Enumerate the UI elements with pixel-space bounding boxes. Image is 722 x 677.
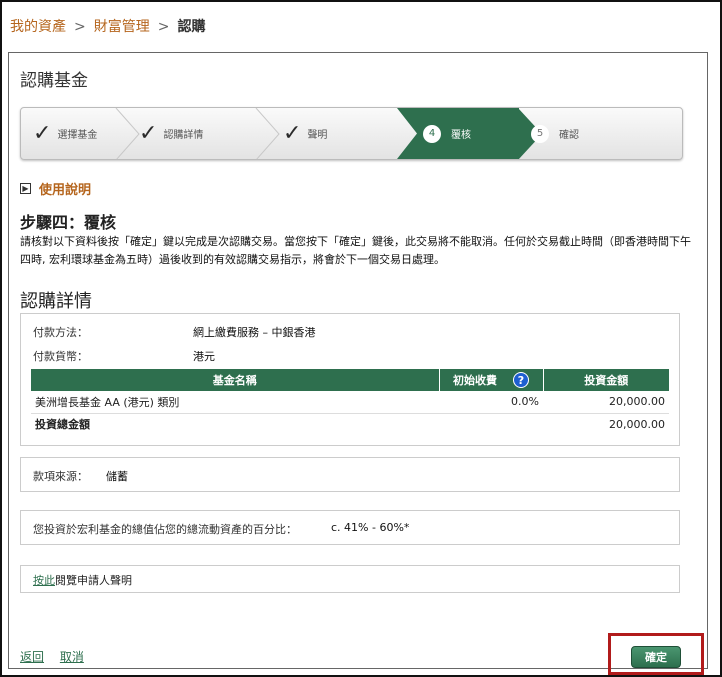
ratio-value: c. 41% - 60%* <box>331 521 410 534</box>
fee-cell: 0.0% <box>439 391 543 414</box>
help-icon[interactable]: ? <box>513 372 529 388</box>
cancel-link[interactable]: 取消 <box>60 650 84 664</box>
confirm-highlight: 確定 <box>608 633 704 675</box>
detail-title: 認購詳情 <box>20 291 92 312</box>
total-empty-cell <box>439 413 543 435</box>
header-initial-fee: 初始收費? <box>439 369 544 391</box>
header-fund-name: 基金名稱 <box>31 369 440 391</box>
currency-label: 付款貨幣： <box>33 350 88 363</box>
progress-stepper: ✓ 選擇基金 ✓ 認購詳情 ✓ 聲明 4 覆核 5 確認 <box>20 107 683 160</box>
total-amount: 20,000.00 <box>609 417 665 431</box>
back-link[interactable]: 返回 <box>20 650 44 664</box>
breadcrumb: 我的資產 > 財富管理 > 認購 <box>10 16 205 36</box>
fund-table: 基金名稱 初始收費? 投資金額 美洲增長基金 AA (港元) 類別 0.0% 2… <box>31 369 669 435</box>
source-panel: 款項來源： 儲蓄 <box>20 457 680 492</box>
footer-links: 返回 取消 <box>20 648 96 665</box>
confirm-button[interactable]: 確定 <box>631 646 681 668</box>
total-row: 投資總金額 20,000.00 <box>31 413 669 435</box>
breadcrumb-wealth-management[interactable]: 財富管理 <box>94 19 150 35</box>
header-amount: 投資金額 <box>543 369 669 391</box>
total-label: 投資總金額 <box>35 418 90 432</box>
table-row: 美洲增長基金 AA (港元) 類別 0.0% 20,000.00 <box>31 391 669 414</box>
breadcrumb-my-assets[interactable]: 我的資產 <box>10 19 66 35</box>
payment-method-label: 付款方法： <box>33 326 88 339</box>
currency-value: 港元 <box>193 350 215 363</box>
declaration-panel: 按此閱覽申請人聲明 <box>20 565 680 593</box>
page-title: 認購基金 <box>20 71 88 91</box>
amount-cell: 20,000.00 <box>543 391 669 414</box>
source-value: 儲蓄 <box>106 470 128 483</box>
payment-method-value: 網上繳費服務 – 中銀香港 <box>193 326 316 339</box>
fund-name-cell: 美洲增長基金 AA (港元) 類別 <box>31 391 439 414</box>
declaration-text: 閱覽申請人聲明 <box>55 574 132 587</box>
declaration-link[interactable]: 按此 <box>33 574 55 587</box>
howto-label: 使用說明 <box>39 183 92 198</box>
breadcrumb-current: 認購 <box>177 19 206 35</box>
breadcrumb-separator: > <box>157 19 170 35</box>
ratio-label: 您投資於宏利基金的總值佔您的總流動資產的百分比： <box>33 523 297 536</box>
ratio-panel: 您投資於宏利基金的總值佔您的總流動資產的百分比： c. 41% - 60%* <box>20 510 680 545</box>
source-label: 款項來源： <box>33 470 88 483</box>
step-dividers <box>115 108 280 159</box>
expand-icon: ▶ <box>20 183 31 194</box>
step-heading: 步驟四：覆核 <box>20 213 117 232</box>
breadcrumb-separator: > <box>74 19 86 35</box>
instructions-text: 請核對以下資料後按「確定」鍵以完成是次認購交易。當您按下「確定」鍵後，此交易將不… <box>20 235 691 266</box>
howto-link[interactable]: ▶ 使用說明 <box>20 179 91 198</box>
details-panel: 付款方法： 網上繳費服務 – 中銀香港 付款貨幣： 港元 基金名稱 初始收費? … <box>20 313 680 446</box>
